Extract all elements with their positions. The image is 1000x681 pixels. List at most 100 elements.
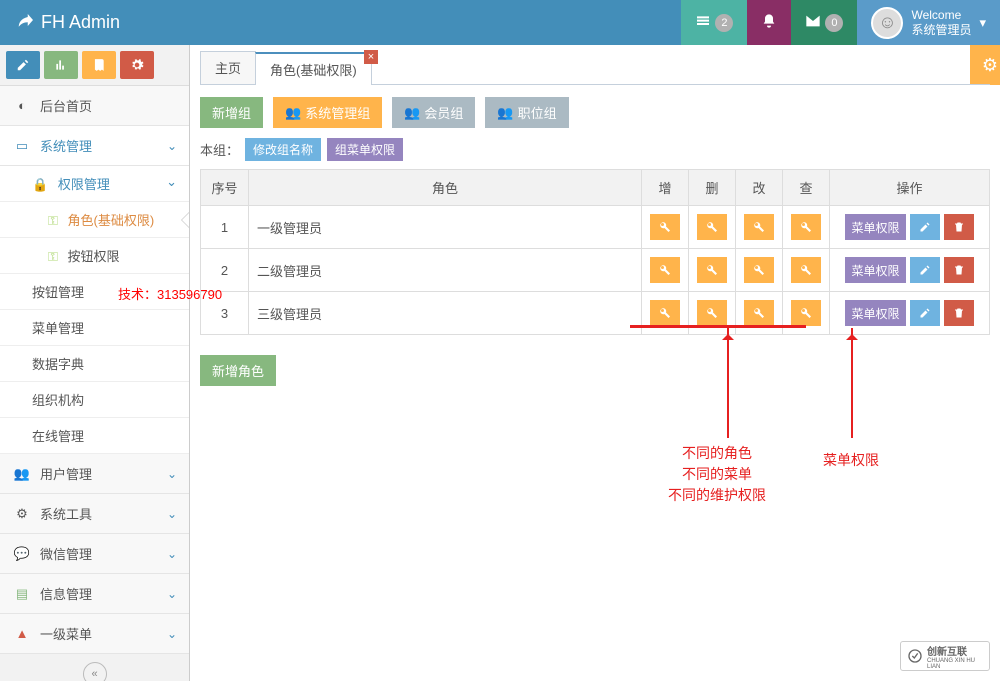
header: FH Admin 2 0 ☺ Welcome 系统管理员 ▾ (0, 0, 1000, 45)
nav-perm[interactable]: 🔒 权限管理 ⌄ (0, 166, 189, 202)
group-buttons: 新增组 👥系统管理组 👥会员组 👥职位组 (200, 97, 990, 128)
tab-role[interactable]: 角色(基础权限) (255, 52, 372, 85)
perm-edit-button[interactable] (744, 214, 774, 240)
nav-dashboard-label: 后台首页 (40, 96, 92, 115)
position-group-label: 职位组 (518, 103, 557, 122)
perm-view-button[interactable] (791, 214, 821, 240)
position-group-button[interactable]: 👥职位组 (485, 97, 568, 128)
nav-data-dict[interactable]: 数据字典 (0, 346, 189, 382)
leaf-icon (15, 11, 33, 34)
tasks-box[interactable]: 2 (681, 0, 747, 45)
perm-edit-button[interactable] (744, 257, 774, 283)
new-group-button[interactable]: 新增组 (200, 97, 263, 128)
nav-tools[interactable]: ⚙ 系统工具 ⌄ (0, 494, 189, 534)
nav-org[interactable]: 组织机构 (0, 382, 189, 418)
edit-row-button[interactable] (910, 300, 940, 326)
chevron-down-icon: ⌄ (167, 507, 177, 521)
nav-level1-label: 一级菜单 (40, 624, 92, 643)
welcome-line2: 系统管理员 (911, 23, 971, 37)
credit-card-icon: ▤ (12, 586, 32, 602)
nav-info[interactable]: ▤ 信息管理 ⌄ (0, 574, 189, 614)
new-role-button[interactable]: 新增角色 (200, 355, 276, 386)
nav-wechat-label: 微信管理 (40, 544, 92, 563)
group-menu-perm-button[interactable]: 组菜单权限 (327, 138, 403, 161)
double-chevron-left-icon: « (83, 662, 107, 681)
edit-row-button[interactable] (910, 214, 940, 240)
sys-admin-group-button[interactable]: 👥系统管理组 (273, 97, 382, 128)
fire-icon: ▲ (12, 626, 32, 641)
nav-online[interactable]: 在线管理 (0, 418, 189, 454)
member-group-button[interactable]: 👥会员组 (392, 97, 475, 128)
tab-home[interactable]: 主页 (200, 51, 256, 84)
perm-add-button[interactable] (650, 214, 680, 240)
annotation-arrowhead-left (722, 328, 734, 340)
lock-icon: 🔒 (32, 177, 48, 192)
sidebar-collapse[interactable]: « (0, 654, 189, 681)
perm-add-button[interactable] (650, 257, 680, 283)
tasks-icon (695, 13, 711, 32)
nav-btn-mgmt-label: 按钮管理 (32, 285, 84, 300)
footer-logo-en: CHUANG XIN HU LIAN (927, 658, 983, 670)
delete-row-button[interactable] (944, 214, 974, 240)
col-index: 序号 (201, 170, 249, 206)
watermark-text: 技术：313596790 (118, 284, 222, 303)
welcome-line1: Welcome (911, 8, 971, 22)
sidebar: ◐ 后台首页 ▭ 系统管理 ⌄ 🔒 权限管理 ⌄ ⚿ 角色(基础权限) ⚿ 按钮… (0, 45, 190, 681)
perm-del-button[interactable] (697, 257, 727, 283)
rename-group-button[interactable]: 修改组名称 (245, 138, 321, 161)
nav-data-dict-label: 数据字典 (32, 357, 84, 372)
menu-perm-button[interactable]: 菜单权限 (845, 257, 905, 283)
nav-wechat[interactable]: 💬 微信管理 ⌄ (0, 534, 189, 574)
perm-view-button[interactable] (791, 300, 821, 326)
tab-close-button[interactable]: × (364, 50, 378, 64)
menu-perm-button[interactable]: 菜单权限 (845, 214, 905, 240)
toolbar-edit-button[interactable] (6, 51, 40, 79)
key-icon: ⚿ (48, 249, 58, 264)
users-icon: 👥 (12, 466, 32, 482)
nav-user[interactable]: 👥 用户管理 ⌄ (0, 454, 189, 494)
nav-user-label: 用户管理 (40, 464, 92, 483)
delete-row-button[interactable] (944, 300, 974, 326)
annotation-text-l3: 不同的维护权限 (668, 485, 766, 506)
menu-perm-button[interactable]: 菜单权限 (845, 300, 905, 326)
perm-edit-button[interactable] (744, 300, 774, 326)
cell-index: 1 (201, 206, 249, 249)
caret-down-icon: ▾ (979, 15, 986, 31)
col-edit: 改 (736, 170, 783, 206)
nav-level1[interactable]: ▲ 一级菜单 ⌄ (0, 614, 189, 654)
nav-btn-perm-label: 按钮权限 (68, 249, 120, 264)
bell-box[interactable] (747, 0, 791, 45)
nav-btn-perm[interactable]: ⚿ 按钮权限 (0, 238, 189, 274)
perm-view-button[interactable] (791, 257, 821, 283)
cell-role: 三级管理员 (249, 292, 642, 335)
annotation-text-l2: 不同的菜单 (668, 464, 766, 485)
toolbar-gear-button[interactable] (120, 51, 154, 79)
tabs: 主页 角色(基础权限) × (200, 51, 990, 85)
mail-box[interactable]: 0 (791, 0, 857, 45)
toolbar-book-button[interactable] (82, 51, 116, 79)
perm-add-button[interactable] (650, 300, 680, 326)
nav-menu-mgmt[interactable]: 菜单管理 (0, 310, 189, 346)
nav-system[interactable]: ▭ 系统管理 ⌄ (0, 126, 189, 166)
toolbar-stats-button[interactable] (44, 51, 78, 79)
sys-admin-group-label: 系统管理组 (305, 103, 370, 122)
edit-row-button[interactable] (910, 257, 940, 283)
col-ops: 操作 (830, 170, 990, 206)
perm-del-button[interactable] (697, 214, 727, 240)
annotation-arrow-line-left (727, 328, 729, 438)
nav-system-label: 系统管理 (40, 136, 92, 155)
cell-role: 一级管理员 (249, 206, 642, 249)
col-view: 查 (783, 170, 830, 206)
nav-tools-label: 系统工具 (40, 504, 92, 523)
nav-dashboard[interactable]: ◐ 后台首页 (0, 86, 189, 126)
perm-del-button[interactable] (697, 300, 727, 326)
col-add: 增 (642, 170, 689, 206)
nav-role-basic[interactable]: ⚿ 角色(基础权限) (0, 202, 189, 238)
annotation-text-left: 不同的角色 不同的菜单 不同的维护权限 (668, 443, 766, 506)
delete-row-button[interactable] (944, 257, 974, 283)
key-icon: ⚿ (48, 213, 58, 228)
chevron-down-icon: ⌄ (167, 627, 177, 641)
group-line: 本组： 修改组名称 组菜单权限 (200, 138, 990, 161)
brand: FH Admin (0, 11, 135, 34)
user-box[interactable]: ☺ Welcome 系统管理员 ▾ (857, 0, 1000, 45)
